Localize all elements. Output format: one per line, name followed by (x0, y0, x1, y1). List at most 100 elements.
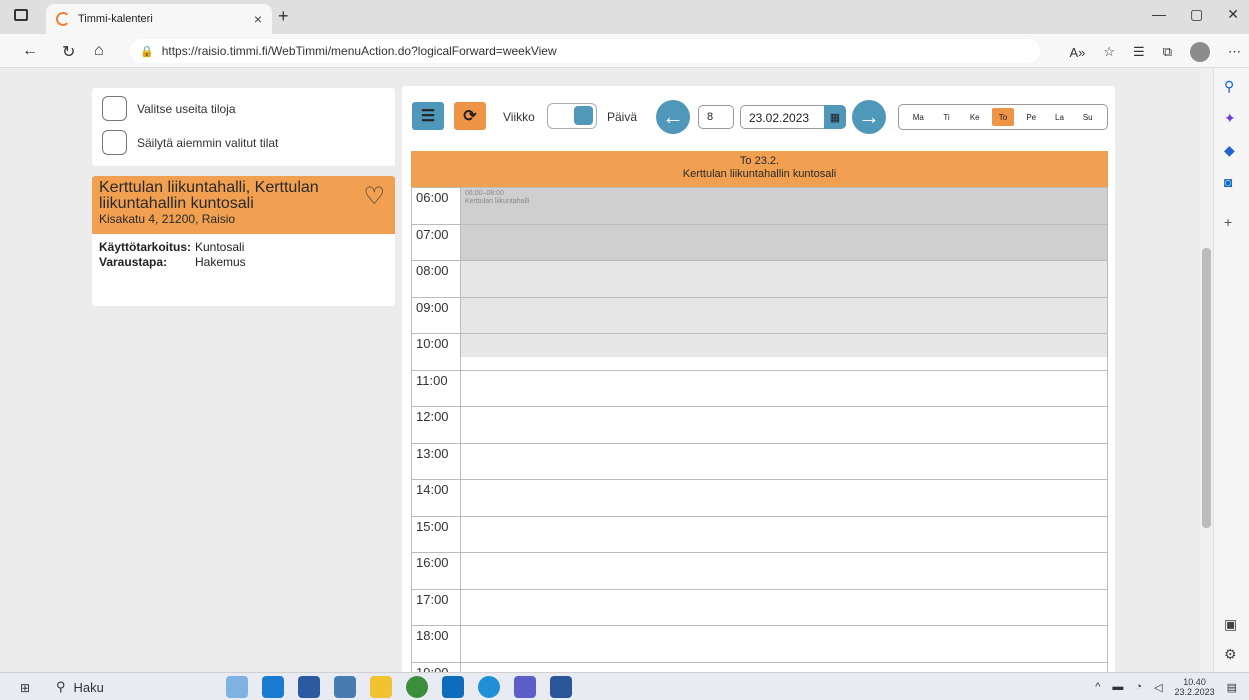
clock[interactable]: 10.40 23.2.2023 (1175, 677, 1215, 697)
back-arrow-icon[interactable]: ← (22, 42, 38, 60)
weekday-button-ma[interactable]: Ma (907, 108, 929, 126)
week-number-value: 8 (707, 111, 714, 123)
search-icon[interactable]: ⚲ (1224, 78, 1234, 95)
filter-settings-button[interactable]: ☰ (412, 102, 444, 130)
collections-icon[interactable]: ⧉ (1163, 44, 1172, 60)
hour-row[interactable]: 12:00 (412, 406, 1107, 442)
settings-gear-icon[interactable]: ⚙ (1224, 646, 1237, 663)
close-window-button[interactable]: ✕ (1227, 6, 1239, 23)
hour-label: 10:00 (416, 336, 449, 351)
hour-row[interactable]: 13:00 (412, 442, 1107, 479)
widgets-icon[interactable] (226, 676, 248, 698)
new-tab-button[interactable]: + (278, 6, 289, 27)
shopping-icon[interactable]: ✦ (1224, 110, 1236, 127)
previous-day-button[interactable]: ← (656, 100, 690, 134)
battery-icon[interactable]: ▬ (1112, 681, 1123, 693)
add-icon[interactable]: + (1224, 214, 1232, 230)
outlook-icon[interactable]: ◙ (1224, 174, 1232, 190)
url-field[interactable]: 🔒 https://raisio.timmi.fi/WebTimmi/menuA… (130, 39, 1040, 63)
favorites-icon[interactable]: ☰ (1133, 44, 1145, 60)
tools-icon[interactable]: ◆ (1224, 142, 1235, 159)
tab-actions-icon[interactable] (14, 9, 28, 21)
hour-row[interactable]: 16:00 (412, 552, 1107, 588)
option-keep-selected[interactable]: Säilytä aiemmin valitut tilat (102, 130, 278, 155)
arrow-right-icon: → (858, 104, 880, 129)
tab-close-icon[interactable]: × (254, 11, 262, 27)
more-menu-icon[interactable]: ⋯ (1228, 44, 1241, 60)
weekday-button-pe[interactable]: Pe (1020, 108, 1042, 126)
store-icon[interactable] (298, 676, 320, 698)
calendar-grid[interactable]: 06:00–08:00 Kerttulan liikuntahalli 06:0… (411, 187, 1108, 672)
options-card: Valitse useita tiloja Säilytä aiemmin va… (92, 88, 395, 166)
outlook-icon[interactable] (442, 676, 464, 698)
clock-date: 23.2.2023 (1174, 687, 1215, 697)
select-multiple-label: Valitse useita tiloja (137, 101, 236, 116)
week-number-field[interactable]: 8 (698, 105, 734, 129)
option-select-multiple[interactable]: Valitse useita tiloja (102, 96, 236, 121)
sidebar-toggle-icon[interactable]: ▣ (1224, 616, 1237, 633)
tab-title: Timmi-kalenteri (78, 13, 153, 25)
word-icon[interactable] (550, 676, 572, 698)
task-view-icon[interactable] (262, 676, 284, 698)
hour-row[interactable]: 09:00 (412, 296, 1107, 333)
minimize-button[interactable]: — (1152, 6, 1166, 23)
header-facility: Kerttulan liikuntahallin kuntosali (682, 168, 837, 180)
hour-row[interactable]: 11:00 (412, 369, 1107, 406)
browser-tab[interactable]: Timmi-kalenteri × (46, 4, 272, 34)
hour-row[interactable]: 18:00 (412, 625, 1107, 661)
calendar-picker-icon[interactable]: ▦ (824, 105, 846, 129)
hour-row[interactable]: 14:00 (412, 479, 1107, 515)
scrollbar-thumb[interactable] (1202, 248, 1211, 528)
notifications-icon[interactable]: ▤ (1227, 681, 1237, 694)
date-field[interactable]: 23.02.2023 ▦ (740, 105, 846, 129)
weekday-button-ti[interactable]: Ti (936, 108, 958, 126)
calculator-icon[interactable] (334, 676, 356, 698)
hour-row[interactable]: 06:00 (412, 187, 1107, 223)
week-day-toggle[interactable] (547, 103, 597, 129)
hour-row[interactable]: 17:00 (412, 588, 1107, 625)
read-aloud-icon[interactable]: A» (1069, 45, 1085, 60)
hour-label: 19:00 (416, 664, 449, 673)
browser-tab-bar: Timmi-kalenteri × + — ▢ ✕ (0, 0, 1249, 34)
keep-selected-checkbox[interactable] (102, 130, 127, 155)
chrome-icon[interactable] (406, 676, 428, 698)
tray-chevron-icon[interactable]: ^ (1095, 681, 1100, 693)
taskbar-apps (226, 676, 572, 698)
profile-avatar[interactable] (1190, 42, 1210, 62)
refresh-calendar-button[interactable]: ⟳ (454, 102, 486, 130)
home-icon[interactable]: ⌂ (94, 42, 104, 60)
hour-label: 11:00 (416, 372, 448, 388)
weekday-button-su[interactable]: Su (1077, 108, 1099, 126)
search-icon: ⚲ (56, 679, 66, 694)
hour-row[interactable]: 19:00 (412, 661, 1107, 673)
weekday-button-to[interactable]: To (992, 108, 1014, 126)
hour-row[interactable]: 10:00 (412, 333, 1107, 369)
refresh-icon[interactable]: ↻ (62, 42, 75, 62)
hour-row[interactable]: 08:00 (412, 260, 1107, 296)
favorite-star-icon[interactable]: ☆ (1103, 44, 1115, 60)
next-day-button[interactable]: → (852, 100, 886, 134)
select-multiple-checkbox[interactable] (102, 96, 127, 121)
hour-row[interactable]: 15:00 (412, 515, 1107, 552)
wifi-icon[interactable]: ◔ (1135, 681, 1142, 693)
restore-button[interactable]: ▢ (1190, 6, 1203, 23)
teams-icon[interactable] (514, 676, 536, 698)
edge-sidebar: ⚲ ✦ ◆ ◙ + ▣ ⚙ (1213, 68, 1249, 672)
file-explorer-icon[interactable] (370, 676, 392, 698)
favorite-heart-icon[interactable]: ♡ (363, 182, 385, 211)
hour-row[interactable]: 07:00 (412, 223, 1107, 260)
weekday-button-la[interactable]: La (1049, 108, 1071, 126)
weekday-button-ke[interactable]: Ke (964, 108, 986, 126)
arrow-left-icon: ← (662, 104, 684, 129)
edge-icon[interactable] (478, 676, 500, 698)
page-scrollbar[interactable] (1200, 68, 1213, 672)
booking-method-value: Hakemus (195, 255, 246, 269)
volume-icon[interactable]: ◁ (1154, 681, 1162, 694)
taskbar-search[interactable]: ⚲ Haku (56, 678, 206, 696)
windows-start-icon[interactable]: ⊞ (20, 681, 30, 695)
hour-label: 06:00 (416, 190, 449, 205)
hour-label: 16:00 (416, 555, 449, 570)
hour-label: 14:00 (416, 482, 449, 497)
day-view-label: Päivä (607, 110, 638, 124)
hour-label: 13:00 (416, 445, 449, 461)
